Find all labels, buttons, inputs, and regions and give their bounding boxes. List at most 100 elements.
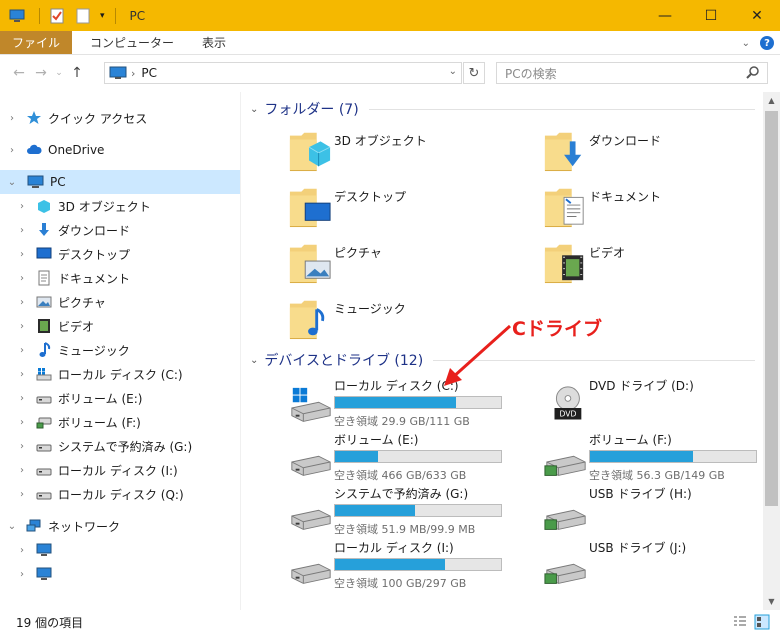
drive-item[interactable]: DVD DVD ドライブ (D:) [543,377,780,433]
refresh-button[interactable]: ↻ [463,62,485,84]
collapse-chevron-icon[interactable]: ⌄ [250,355,258,366]
breadcrumb-separator-icon: › [131,66,136,80]
expand-chevron-icon[interactable]: › [14,321,30,332]
up-icon[interactable]: ↑ [66,65,88,81]
nav-pc-child[interactable]: › ボリューム (F:) [0,410,240,434]
expand-chevron-icon[interactable]: › [4,113,20,124]
maximize-button[interactable]: ☐ [688,0,734,31]
vertical-scrollbar[interactable]: ▲ ▼ [763,92,780,610]
expand-ribbon-icon[interactable]: ⌄ [742,38,750,49]
navigation-bar: ← → ⌄ ↑ › PC ⌄ ↻ PCの検索 [0,55,780,91]
help-icon[interactable]: ? [760,36,774,50]
nav-item-label: ボリューム (F:) [58,415,141,430]
folder-item[interactable]: ピクチャ [288,240,528,288]
nav-pc[interactable]: ⌄ PC [0,170,240,194]
nav-quick-access[interactable]: › クイック アクセス [0,106,240,130]
details-view-icon[interactable] [732,614,748,630]
nav-network-computer[interactable]: › [0,538,240,562]
folder-label: ダウンロード [589,134,662,148]
tab-computer[interactable]: コンピューター [78,31,186,54]
minimize-button[interactable]: — [642,0,688,31]
expand-chevron-icon[interactable]: › [14,249,30,260]
drive-icon [36,444,52,452]
nav-pc-child[interactable]: › ボリューム (E:) [0,386,240,410]
breadcrumb-pc[interactable]: PC [141,66,157,80]
nav-pc-child[interactable]: › デスクトップ [0,242,240,266]
expand-chevron-icon[interactable]: › [14,297,30,308]
expand-chevron-icon[interactable]: › [14,225,30,236]
collapse-chevron-icon[interactable]: ⌄ [4,521,20,532]
folder-icon [543,184,587,230]
drive-name: ローカル ディスク (I:) [334,541,454,555]
drive-usage-fill [335,505,415,516]
tab-view[interactable]: 表示 [190,31,238,54]
nav-pc-child[interactable]: › ダウンロード [0,218,240,242]
nav-pc-child[interactable]: › ローカル ディスク (I:) [0,458,240,482]
folder-item[interactable]: ビデオ [543,240,780,288]
back-icon[interactable]: ← [8,65,30,81]
drive-item[interactable]: システムで予約済み (G:) 空き領域 51.9 MB/99.9 MB [288,485,538,541]
nav-pc-child[interactable]: › 3D オブジェクト [0,194,240,218]
collapse-chevron-icon[interactable]: ⌄ [4,177,20,188]
expand-chevron-icon[interactable]: › [14,441,30,452]
drive-free-space: 空き領域 51.9 MB/99.9 MB [334,523,476,536]
expand-chevron-icon[interactable]: › [14,489,30,500]
nav-item-label: ダウンロード [58,223,131,238]
nav-network[interactable]: ⌄ ネットワーク [0,514,240,538]
pane-divider[interactable] [240,92,241,610]
scroll-thumb[interactable] [765,111,778,506]
nav-pc-child[interactable]: › システムで予約済み (G:) [0,434,240,458]
expand-chevron-icon[interactable]: › [4,145,20,156]
nav-pc-child[interactable]: › ローカル ディスク (Q:) [0,482,240,506]
drive-item[interactable]: USB ドライブ (H:) [543,485,780,541]
window-title: PC [129,8,146,23]
folder-item[interactable]: ドキュメント [543,184,780,232]
folder-item[interactable]: ダウンロード [543,128,780,176]
tiles-view-icon[interactable] [754,614,770,630]
nav-pc-child[interactable]: › ドキュメント [0,266,240,290]
expand-chevron-icon[interactable]: › [14,201,30,212]
folder-item[interactable]: 3D オブジェクト [288,128,528,176]
nav-network-computer[interactable]: › [0,562,240,586]
expand-chevron-icon[interactable]: › [14,273,30,284]
expand-chevron-icon[interactable]: › [14,545,30,556]
properties-icon[interactable] [50,8,64,24]
search-icon[interactable] [745,65,761,81]
recent-dropdown-icon[interactable]: ⌄ [52,68,66,78]
expand-chevron-icon[interactable]: › [14,345,30,356]
scroll-down-icon[interactable]: ▼ [763,593,780,610]
nav-pc-child[interactable]: › ローカル ディスク (C:) [0,362,240,386]
forward-icon[interactable]: → [30,65,52,81]
nav-pc-child[interactable]: › ビデオ [0,314,240,338]
network-drive-icon [36,417,52,429]
expand-chevron-icon[interactable]: › [14,417,30,428]
scroll-up-icon[interactable]: ▲ [763,92,780,109]
nav-item-label: ローカル ディスク (Q:) [58,487,184,502]
drive-item[interactable]: ボリューム (E:) 空き領域 466 GB/633 GB [288,431,538,487]
group-heading-folders[interactable]: ⌄ フォルダー (7) [250,100,755,118]
address-dropdown-icon[interactable]: ⌄ [449,66,457,77]
star-icon [27,111,41,124]
tab-file[interactable]: ファイル [0,31,73,54]
expand-chevron-icon[interactable]: › [14,465,30,476]
close-button[interactable]: ✕ [734,0,780,31]
folder-item[interactable]: デスクトップ [288,184,528,232]
nav-pc-child[interactable]: › ミュージック [0,338,240,362]
nav-onedrive[interactable]: › OneDrive [0,138,240,162]
expand-chevron-icon[interactable]: › [14,393,30,404]
folder-label: ミュージック [334,302,406,316]
drive-item[interactable]: ボリューム (F:) 空き領域 56.3 GB/149 GB [543,431,780,487]
music-icon [39,342,51,357]
expand-chevron-icon[interactable]: › [14,569,30,580]
drive-item[interactable]: USB ドライブ (J:) [543,539,780,595]
address-bar[interactable]: › PC ⌄ [104,62,462,84]
expand-chevron-icon[interactable]: › [14,369,30,380]
new-folder-icon[interactable] [76,8,90,24]
collapse-chevron-icon[interactable]: ⌄ [250,104,258,115]
drive-item[interactable]: ローカル ディスク (I:) 空き領域 100 GB/297 GB [288,539,538,595]
nav-pc-child[interactable]: › ピクチャ [0,290,240,314]
qa-dropdown-icon[interactable]: ▾ [100,11,105,21]
search-input[interactable]: PCの検索 [496,62,768,84]
navigation-pane: › クイック アクセス › OneDrive ⌄ PC › 3D オブジェクト › ダ… [0,100,240,600]
drive-name: USB ドライブ (H:) [589,487,692,501]
